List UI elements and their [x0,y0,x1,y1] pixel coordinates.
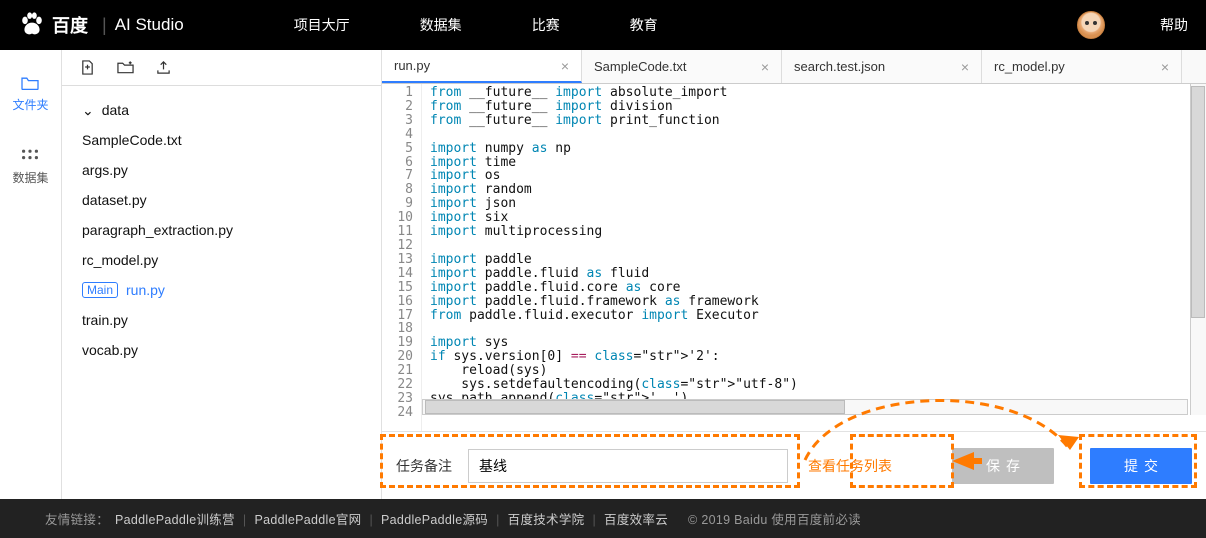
task-note-input[interactable] [468,449,788,483]
new-folder-icon[interactable] [117,60,134,75]
footer-link[interactable]: 百度技术学院 [508,513,585,527]
footer-link[interactable]: 百度效率云 [604,513,668,527]
editor-tab[interactable]: rc_model.py × [982,50,1182,83]
folder-icon [20,75,40,91]
submit-button[interactable]: 提交 [1090,448,1192,484]
tab-label: search.test.json [794,59,885,74]
brand-cn: 百度 [52,12,88,38]
file-entry[interactable]: dataset.py [68,185,375,215]
new-file-icon[interactable] [80,60,95,75]
file-entry[interactable]: Mainrun.py [68,275,375,305]
footer-link[interactable]: PaddlePaddle官网 [254,513,361,527]
view-task-list-link[interactable]: 查看任务列表 [808,456,892,476]
file-entry[interactable]: paragraph_extraction.py [68,215,375,245]
baidu-logo-icon [18,11,46,39]
close-icon[interactable]: × [561,58,569,74]
editor-tab[interactable]: SampleCode.txt × [582,50,782,83]
footer-link[interactable]: PaddlePaddle源码 [381,513,488,527]
editor-tab[interactable]: run.py × [382,50,582,83]
close-icon[interactable]: × [761,59,769,75]
vertical-scrollbar[interactable] [1190,84,1206,415]
task-note-label: 任务备注 [396,456,452,476]
file-toolbar [62,50,381,86]
nav-education[interactable]: 教育 [630,15,658,35]
file-entry[interactable]: train.py [68,305,375,335]
dataset-icon [20,148,40,164]
sidebar-item-datasets[interactable]: 数据集 [12,148,48,186]
save-button[interactable]: 保存 [952,448,1054,484]
nav-competitions[interactable]: 比赛 [532,15,560,35]
tab-label: run.py [394,58,430,73]
file-entry[interactable]: SampleCode.txt [68,125,375,155]
editor-tab[interactable]: search.test.json × [782,50,982,83]
close-icon[interactable]: × [1161,59,1169,75]
sidebar-item-files[interactable]: 文件夹 [12,75,48,113]
chevron-down-icon: ⌃ [82,101,94,118]
file-entry[interactable]: rc_model.py [68,245,375,275]
horizontal-scrollbar[interactable] [422,399,1188,415]
nav-projects[interactable]: 项目大厅 [294,15,350,35]
file-entry[interactable]: args.py [68,155,375,185]
help-link[interactable]: 帮助 [1160,15,1188,35]
footer: 友情链接： PaddlePaddle训练营|PaddlePaddle官网|Pad… [0,499,1206,538]
task-panel: 任务备注 查看任务列表 保存 提交 [382,431,1206,499]
footer-copyright: © 2019 Baidu 使用百度前必读 [688,509,861,528]
editor-tabs: run.py×SampleCode.txt×search.test.json×r… [382,50,1206,84]
brand-divider: | [102,15,107,36]
tab-label: rc_model.py [994,59,1065,74]
avatar[interactable] [1077,11,1105,39]
nav-datasets[interactable]: 数据集 [420,15,462,35]
close-icon[interactable]: × [961,59,969,75]
top-nav: 百度 | AI Studio 项目大厅 数据集 比赛 教育 帮助 [0,0,1206,50]
file-explorer: ⌃ dataSampleCode.txtargs.pydataset.pypar… [62,50,382,499]
footer-label: 友情链接： [45,509,109,528]
left-sidebar: 文件夹 数据集 [0,50,62,499]
main-badge: Main [82,282,118,298]
footer-link[interactable]: PaddlePaddle训练营 [115,513,235,527]
editor-column: ◀ run.py×SampleCode.txt×search.test.json… [382,50,1206,499]
upload-icon[interactable] [156,60,171,75]
file-entry[interactable]: vocab.py [68,335,375,365]
tab-label: SampleCode.txt [594,59,687,74]
brand-studio: AI Studio [115,15,184,35]
folder-entry[interactable]: ⌃ data [68,94,375,125]
